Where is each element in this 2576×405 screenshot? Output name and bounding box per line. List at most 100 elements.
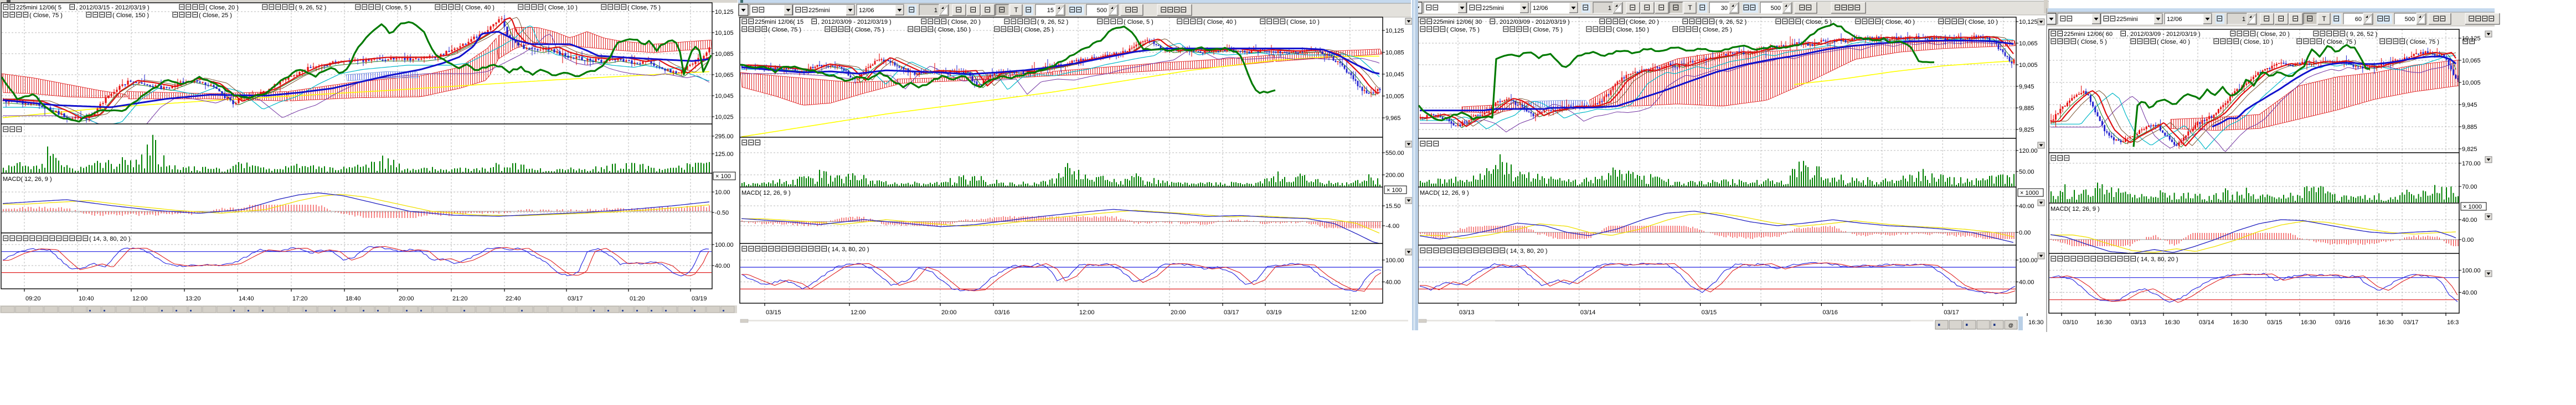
svg-text:40.00: 40.00 xyxy=(2462,217,2477,224)
svg-text:( 14, 3, 80, 20 ): ( 14, 3, 80, 20 ) xyxy=(828,246,869,253)
svg-text:10,005: 10,005 xyxy=(2462,80,2481,86)
svg-text:100.00: 100.00 xyxy=(1385,257,1404,264)
svg-text:( Close, 20 ): ( Close, 20 ) xyxy=(1626,19,1659,25)
svg-text:03/13: 03/13 xyxy=(2131,319,2146,326)
svg-text:100.00: 100.00 xyxy=(2019,257,2038,264)
svg-text:( Close, 75 ): ( Close, 75 ) xyxy=(768,27,801,33)
svg-text:9,885: 9,885 xyxy=(2019,105,2034,112)
svg-text:13:20: 13:20 xyxy=(186,295,201,302)
svg-text:16:30: 16:30 xyxy=(2301,319,2316,326)
svg-text:( Close, 20 ): ( Close, 20 ) xyxy=(205,4,239,11)
svg-text:0.00: 0.00 xyxy=(2462,237,2474,243)
svg-text:15: 15 xyxy=(1047,7,1054,14)
svg-text:225mini: 225mini xyxy=(808,7,830,14)
svg-text:T: T xyxy=(1014,6,1018,14)
svg-text:( Close, 5 ): ( Close, 5 ) xyxy=(382,4,411,11)
svg-text:10,085: 10,085 xyxy=(715,51,734,58)
svg-text:( Close, 20 ): ( Close, 20 ) xyxy=(2256,31,2290,38)
svg-text:, 2012/03/09 - 2012/03/19 ): , 2012/03/09 - 2012/03/19 ) xyxy=(818,19,892,25)
svg-text:16:30: 16:30 xyxy=(2028,319,2044,326)
svg-text:( 14, 3, 80, 20 ): ( 14, 3, 80, 20 ) xyxy=(1506,248,1548,255)
svg-text:16:30: 16:30 xyxy=(2233,319,2248,326)
svg-text:10.00: 10.00 xyxy=(715,189,730,196)
svg-text:12/06: 12/06 xyxy=(1533,5,1548,12)
svg-text:16:30: 16:30 xyxy=(2165,319,2180,326)
svg-text:03/19: 03/19 xyxy=(1266,309,1282,316)
svg-text:( Close, 25 ): ( Close, 25 ) xyxy=(199,12,232,19)
svg-text:03/15: 03/15 xyxy=(2267,319,2283,326)
svg-text:12:00: 12:00 xyxy=(1079,309,1095,316)
svg-text:( Close, 25 ): ( Close, 25 ) xyxy=(1021,27,1054,33)
svg-text:03/15: 03/15 xyxy=(1702,309,1717,316)
svg-text:9,945: 9,945 xyxy=(2019,84,2034,90)
svg-text:10,085: 10,085 xyxy=(1385,50,1404,56)
svg-text:03/14: 03/14 xyxy=(2199,319,2214,326)
svg-text:225mini 12/06( 60: 225mini 12/06( 60 xyxy=(2064,31,2113,38)
svg-text:1: 1 xyxy=(2242,16,2245,23)
svg-text:22:40: 22:40 xyxy=(506,295,521,302)
svg-text:× 100: × 100 xyxy=(1387,187,1402,194)
svg-text:10,065: 10,065 xyxy=(715,72,734,79)
svg-text:12/06: 12/06 xyxy=(859,7,874,14)
svg-text:20:00: 20:00 xyxy=(1171,309,1186,316)
svg-text:21:20: 21:20 xyxy=(452,295,468,302)
svg-text:9,825: 9,825 xyxy=(2462,146,2477,153)
svg-text:16:30: 16:30 xyxy=(2096,319,2112,326)
svg-text:( Close, 150 ): ( Close, 150 ) xyxy=(112,12,149,19)
svg-text:100.00: 100.00 xyxy=(2462,267,2481,274)
svg-text:500: 500 xyxy=(1771,5,1781,12)
svg-text:10,065: 10,065 xyxy=(2462,58,2481,64)
svg-text:( Close, 40 ): ( Close, 40 ) xyxy=(461,4,494,11)
svg-text:50.00: 50.00 xyxy=(2019,169,2034,175)
svg-text:10,025: 10,025 xyxy=(715,114,734,121)
svg-text:1: 1 xyxy=(1608,5,1611,12)
svg-text:( 14, 3, 80, 20 ): ( 14, 3, 80, 20 ) xyxy=(2137,256,2178,263)
svg-text:( Close, 150 ): ( Close, 150 ) xyxy=(1612,27,1649,33)
svg-text:12/06: 12/06 xyxy=(2167,16,2182,23)
svg-text:10:40: 10:40 xyxy=(79,295,94,302)
svg-text:16:30: 16:30 xyxy=(2378,319,2394,326)
svg-text:( Close, 75 ): ( Close, 75 ) xyxy=(2323,39,2356,45)
svg-text:01:20: 01:20 xyxy=(630,295,645,302)
svg-text:( 14, 3, 80, 20 ): ( 14, 3, 80, 20 ) xyxy=(89,236,131,242)
svg-text:( 9, 26, 52 ): ( 9, 26, 52 ) xyxy=(295,4,326,11)
svg-text:MACD( 12, 26, 9 ): MACD( 12, 26, 9 ) xyxy=(2051,206,2100,212)
svg-text:( Close, 75 ): ( Close, 75 ) xyxy=(29,12,63,19)
svg-text:( Close, 75 ): ( Close, 75 ) xyxy=(627,4,661,11)
svg-text:10,005: 10,005 xyxy=(1385,94,1404,100)
svg-text:550.00: 550.00 xyxy=(1385,150,1404,157)
svg-text:× 100: × 100 xyxy=(715,173,731,180)
svg-text:03/16: 03/16 xyxy=(2335,319,2351,326)
svg-text:( Close, 20 ): ( Close, 20 ) xyxy=(947,19,981,25)
svg-text:295.00: 295.00 xyxy=(715,133,734,140)
svg-text:03/13: 03/13 xyxy=(1459,309,1475,316)
svg-text:225mini: 225mini xyxy=(2116,16,2138,23)
svg-text:( Close, 10 ): ( Close, 10 ) xyxy=(2240,39,2273,45)
svg-text:10,045: 10,045 xyxy=(715,93,734,100)
svg-text:20:00: 20:00 xyxy=(941,309,957,316)
svg-text:( 9, 26, 52 ): ( 9, 26, 52 ) xyxy=(1037,19,1068,25)
svg-text:30: 30 xyxy=(1721,5,1728,12)
svg-text:225mini: 225mini xyxy=(1482,5,1504,12)
svg-text:9,965: 9,965 xyxy=(1385,115,1401,122)
svg-text:( Close, 25 ): ( Close, 25 ) xyxy=(1699,27,1732,33)
svg-text:MACD( 12, 26, 9 ): MACD( 12, 26, 9 ) xyxy=(741,190,791,196)
svg-text:03/17: 03/17 xyxy=(568,295,583,302)
svg-text:15.50: 15.50 xyxy=(1385,203,1401,210)
svg-text:( Close, 150 ): ( Close, 150 ) xyxy=(934,27,971,33)
svg-text:200.00: 200.00 xyxy=(1385,172,1404,179)
svg-text:9,945: 9,945 xyxy=(2462,102,2477,108)
svg-text:40.00: 40.00 xyxy=(715,263,730,269)
svg-text:500: 500 xyxy=(1097,7,1107,14)
svg-text:( Close, 40 ): ( Close, 40 ) xyxy=(2157,39,2190,45)
svg-text:125.00: 125.00 xyxy=(715,151,734,158)
svg-text:10,125: 10,125 xyxy=(2019,19,2038,25)
svg-text:10,105: 10,105 xyxy=(715,30,734,37)
svg-text:, 2012/03/09 - 2012/03/19 ): , 2012/03/09 - 2012/03/19 ) xyxy=(1496,19,1570,25)
svg-text:120.00: 120.00 xyxy=(2019,148,2038,154)
svg-text:225mini 12/06( 15: 225mini 12/06( 15 xyxy=(755,19,803,25)
svg-text:T: T xyxy=(1688,4,1692,12)
svg-text:@: @ xyxy=(2008,323,2013,328)
svg-text:10,125: 10,125 xyxy=(1385,28,1404,34)
svg-text:MACD( 12, 26, 9 ): MACD( 12, 26, 9 ) xyxy=(1420,190,1469,196)
